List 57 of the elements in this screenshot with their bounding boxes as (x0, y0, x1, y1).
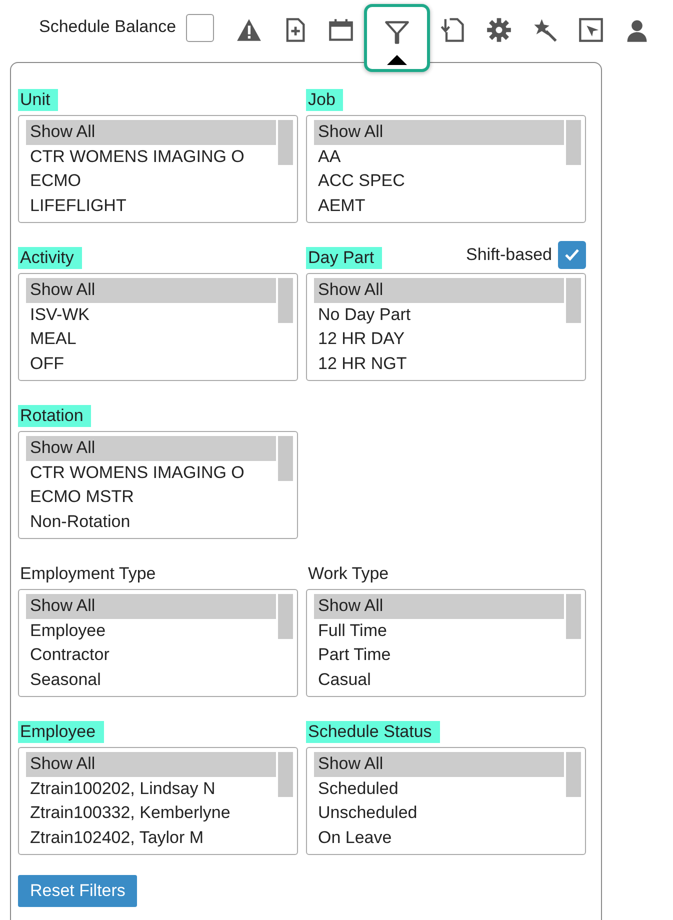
list-option[interactable]: AEMT (314, 194, 564, 218)
filter-listbox[interactable]: Show All AA ACC SPEC AEMT (306, 115, 586, 223)
list-option[interactable]: 12 HR DAY (314, 327, 564, 352)
filter-label: Rotation (18, 405, 92, 427)
filter-listbox[interactable]: Show All CTR WOMENS IMAGING O ECMO LIFEFLIGHT (18, 115, 298, 223)
list-option[interactable]: CTR WOMENS IMAGING O (26, 144, 276, 169)
list-option[interactable]: LIFEFLIGHT (26, 194, 276, 218)
list-option[interactable]: ISV-WK (26, 302, 276, 327)
list-option[interactable]: Show All (314, 120, 564, 144)
list-option[interactable]: Unscheduled (314, 801, 564, 826)
filter-label: Activity (18, 247, 82, 269)
list-option[interactable]: Full Time (314, 618, 564, 643)
list-option[interactable]: Casual (314, 668, 564, 692)
list-option[interactable]: Employee (26, 618, 276, 643)
filter-label: Job (306, 89, 344, 111)
list-option[interactable]: Show All (314, 278, 564, 302)
filter-listbox[interactable]: Show All Employee Contractor Seasonal (18, 589, 298, 697)
list-option[interactable]: Scheduled (314, 776, 564, 801)
list-option[interactable]: 12 HR NGT (314, 352, 564, 376)
list-option[interactable]: Seasonal (26, 668, 276, 692)
list-option[interactable]: Show All (26, 594, 276, 618)
list-option[interactable]: AA (314, 144, 564, 169)
list-option[interactable]: OFF (26, 352, 276, 376)
list-option[interactable]: MEAL (26, 327, 276, 352)
list-option[interactable]: Ztrain100202, Lindsay N (26, 776, 276, 801)
filter-label: Unit (18, 89, 58, 111)
shift-based-label: Shift-based (466, 245, 552, 265)
filter-listbox[interactable]: Show All Full Time Part Time Casual (306, 589, 586, 697)
filter-listbox[interactable]: Show All Ztrain100202, Lindsay N Ztrain100332, Kemberlyne Ztrain102402, Taylor M (18, 747, 298, 855)
list-option[interactable]: Show All (26, 278, 276, 302)
reset-filters-button[interactable]: Reset Filters (18, 875, 138, 907)
schedule-balance-label: Schedule Balance (39, 17, 176, 37)
list-option[interactable]: Non-Rotation (26, 510, 276, 534)
filter-label: Employee (18, 721, 104, 743)
list-option[interactable]: ECMO (26, 169, 276, 194)
list-option[interactable]: Show All (314, 752, 564, 776)
list-option[interactable]: Show All (26, 752, 276, 776)
filter-label: Day Part (306, 247, 382, 269)
list-option[interactable]: ECMO MSTR (26, 485, 276, 510)
filter-label: Work Type (307, 563, 390, 585)
filter-listbox[interactable]: Show All ISV-WK MEAL OFF (18, 273, 298, 381)
list-option[interactable]: Ztrain102402, Taylor M (26, 826, 276, 850)
list-option[interactable]: Show All (26, 120, 276, 144)
list-option[interactable]: Show All (26, 436, 276, 460)
list-option[interactable]: CTR WOMENS IMAGING O (26, 460, 276, 485)
filter-label: Employment Type (19, 563, 157, 585)
filter-listbox[interactable]: Show All Scheduled Unscheduled On Leave (306, 747, 586, 855)
list-option[interactable]: No Day Part (314, 302, 564, 327)
list-option[interactable]: Ztrain100332, Kemberlyne (26, 801, 276, 826)
list-option[interactable]: Contractor (26, 643, 276, 668)
list-option[interactable]: Show All (314, 594, 564, 618)
list-option[interactable]: On Leave (314, 826, 564, 850)
list-option[interactable]: ACC SPEC (314, 169, 564, 194)
filter-label: Schedule Status (306, 721, 440, 743)
filter-listbox[interactable]: Show All CTR WOMENS IMAGING O ECMO MSTR Non-Rotation (18, 431, 298, 539)
filter-listbox[interactable]: Show All No Day Part 12 HR DAY 12 HR NGT (306, 273, 586, 381)
list-option[interactable]: Part Time (314, 643, 564, 668)
